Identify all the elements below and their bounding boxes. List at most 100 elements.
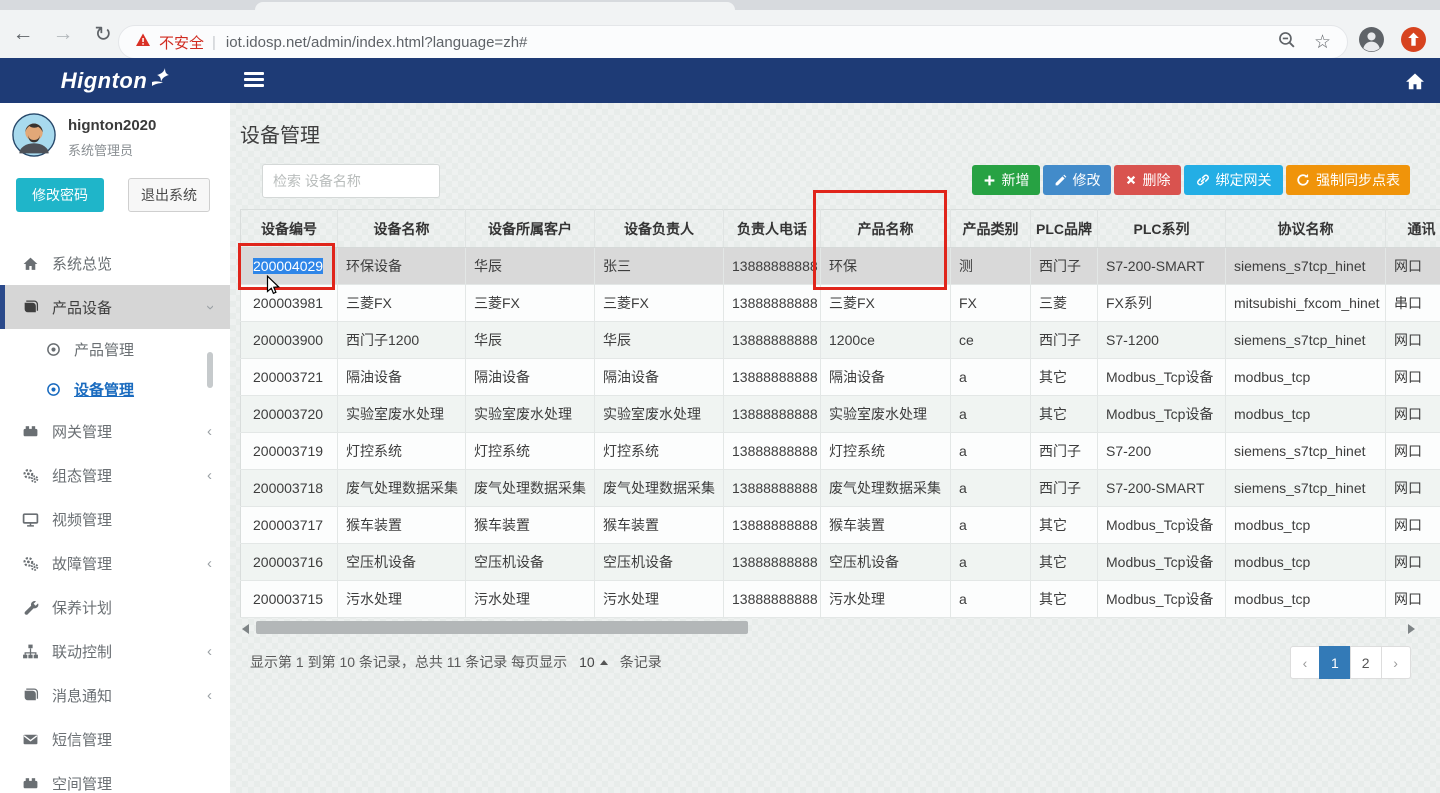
sidebar-item-linkage[interactable]: 联动控制 ‹ — [0, 629, 230, 673]
col-plc-series[interactable]: PLC系列 — [1098, 210, 1226, 248]
comm-cell: 串口 — [1386, 285, 1440, 322]
sync-points-button[interactable]: 强制同步点表 — [1286, 165, 1410, 195]
pagination-next[interactable]: › — [1381, 646, 1411, 679]
sidebar-item-product-device[interactable]: 产品设备 ‹ — [0, 285, 230, 329]
pagination-page-1[interactable]: 1 — [1319, 646, 1351, 679]
top-navbar: Hignton — [0, 58, 1440, 103]
sidebar-item-sms[interactable]: 短信管理 — [0, 717, 230, 761]
sidebar-item-label: 系统总览 — [52, 253, 112, 274]
col-product-type[interactable]: 产品类别 — [951, 210, 1031, 248]
search-input[interactable] — [262, 164, 440, 198]
sidebar-item-config[interactable]: 组态管理 ‹ — [0, 453, 230, 497]
star-icon[interactable]: ☆ — [1314, 31, 1331, 54]
device-id-cell: 200003719 — [253, 443, 323, 459]
sitemap-icon — [22, 643, 39, 660]
pagination-prev[interactable]: ‹ — [1290, 646, 1320, 679]
edit-button[interactable]: 修改 — [1043, 165, 1111, 195]
sidebar: hignton2020 系统管理员 修改密码 退出系统 系统总览 产品设备 ‹ … — [0, 103, 230, 793]
delete-button[interactable]: 删除 — [1114, 165, 1181, 195]
pagination: ‹ 1 2 › — [1290, 646, 1411, 679]
owner-cell: 灯控系统 — [595, 433, 724, 470]
protocol-cell: siemens_s7tcp_hinet — [1226, 248, 1386, 285]
phone-cell: 13888888888 — [724, 359, 821, 396]
device-name-cell: 污水处理 — [338, 581, 466, 618]
gears-icon — [22, 555, 39, 572]
col-protocol[interactable]: 协议名称 — [1226, 210, 1386, 248]
sidebar-item-maintenance[interactable]: 保养计划 — [0, 585, 230, 629]
device-name-cell: 灯控系统 — [338, 433, 466, 470]
home-icon[interactable] — [1404, 70, 1426, 92]
camera-icon — [22, 775, 39, 792]
table-row[interactable]: 200003718 废气处理数据采集 废气处理数据采集 废气处理数据采集 138… — [241, 470, 1440, 507]
table-row[interactable]: 200003981 三菱FX 三菱FX 三菱FX 13888888888 三菱F… — [241, 285, 1440, 322]
protocol-cell: siemens_s7tcp_hinet — [1226, 433, 1386, 470]
sidebar-scrollbar[interactable] — [207, 352, 213, 388]
browser-tabstrip — [0, 0, 1440, 10]
col-customer[interactable]: 设备所属客户 — [466, 210, 595, 248]
comm-cell: 网口 — [1386, 322, 1440, 359]
pagination-page-2[interactable]: 2 — [1350, 646, 1382, 679]
phone-cell: 13888888888 — [724, 470, 821, 507]
scroll-right-icon[interactable] — [1408, 624, 1415, 634]
col-device-id[interactable]: 设备编号 — [241, 210, 338, 248]
table-row[interactable]: 200003900 西门子1200 华辰 华辰 13888888888 1200… — [241, 322, 1440, 359]
address-bar[interactable]: 不安全 | iot.idosp.net/admin/index.html?lan… — [118, 25, 1348, 59]
sidebar-item-fault[interactable]: 故障管理 ‹ — [0, 541, 230, 585]
plc-brand-cell: 其它 — [1031, 507, 1098, 544]
col-product-name[interactable]: 产品名称 — [821, 210, 951, 248]
sidebar-item-device-mgmt[interactable]: 设备管理 — [0, 369, 230, 409]
comm-cell: 网口 — [1386, 507, 1440, 544]
table-row[interactable]: 200003715 污水处理 污水处理 污水处理 13888888888 污水处… — [241, 581, 1440, 618]
sidebar-item-overview[interactable]: 系统总览 — [0, 241, 230, 285]
profile-icon[interactable] — [1359, 27, 1384, 52]
phone-cell: 13888888888 — [724, 544, 821, 581]
deer-icon — [149, 67, 169, 94]
col-owner[interactable]: 设备负责人 — [595, 210, 724, 248]
hamburger-icon[interactable] — [244, 72, 264, 89]
browser-tab[interactable] — [255, 2, 735, 10]
plc-series-cell: S7-200 — [1098, 433, 1226, 470]
scrollbar-thumb[interactable] — [256, 621, 748, 634]
scroll-left-icon[interactable] — [242, 624, 249, 634]
logout-button[interactable]: 退出系统 — [128, 178, 210, 212]
table-row[interactable]: 200003717 猴车装置 猴车装置 猴车装置 13888888888 猴车装… — [241, 507, 1440, 544]
bind-gateway-button[interactable]: 绑定网关 — [1184, 165, 1283, 195]
book-icon — [22, 687, 39, 704]
update-icon[interactable] — [1401, 27, 1426, 52]
user-avatar[interactable] — [12, 113, 56, 157]
zoom-icon[interactable] — [1277, 30, 1296, 54]
security-label[interactable]: 不安全 — [159, 32, 204, 53]
product-name-cell: 环保 — [821, 248, 951, 285]
col-device-name[interactable]: 设备名称 — [338, 210, 466, 248]
sidebar-item-space[interactable]: 空间管理 — [0, 761, 230, 793]
url-text[interactable]: iot.idosp.net/admin/index.html?language=… — [226, 34, 527, 51]
forward-icon[interactable]: → — [46, 17, 80, 51]
change-password-button[interactable]: 修改密码 — [16, 178, 104, 212]
table-row[interactable]: 200003719 灯控系统 灯控系统 灯控系统 13888888888 灯控系… — [241, 433, 1440, 470]
page-size-dropdown[interactable]: 10 — [579, 654, 608, 670]
col-comm[interactable]: 通讯 — [1386, 210, 1440, 248]
sidebar-item-product-mgmt[interactable]: 产品管理 — [0, 329, 230, 369]
reload-icon[interactable]: ↻ — [86, 17, 120, 51]
table-header: 设备编号 设备名称 设备所属客户 设备负责人 负责人电话 产品名称 产品类别 P… — [241, 210, 1440, 248]
col-plc-brand[interactable]: PLC品牌 — [1031, 210, 1098, 248]
table-row[interactable]: 200003720 实验室废水处理 实验室废水处理 实验室废水处理 138888… — [241, 396, 1440, 433]
owner-cell: 三菱FX — [595, 285, 724, 322]
owner-cell: 实验室废水处理 — [595, 396, 724, 433]
back-icon[interactable]: ← — [6, 17, 40, 51]
device-id-cell: 200003981 — [253, 295, 323, 311]
main-content: 设备管理 新增 修改 删除 绑定网关 强制同步点表 — [230, 103, 1440, 793]
col-phone[interactable]: 负责人电话 — [724, 210, 821, 248]
device-name-cell: 西门子1200 — [338, 322, 466, 359]
table-row[interactable]: 200004029 环保设备 华辰 张三 13888888888 环保 测 西门… — [241, 248, 1440, 285]
sidebar-item-notification[interactable]: 消息通知 ‹ — [0, 673, 230, 717]
sidebar-item-gateway[interactable]: 网关管理 ‹ — [0, 409, 230, 453]
device-name-cell: 实验室废水处理 — [338, 396, 466, 433]
pencil-icon — [1054, 174, 1067, 187]
table-row[interactable]: 200003716 空压机设备 空压机设备 空压机设备 13888888888 … — [241, 544, 1440, 581]
plc-brand-cell: 其它 — [1031, 544, 1098, 581]
table-row[interactable]: 200003721 隔油设备 隔油设备 隔油设备 13888888888 隔油设… — [241, 359, 1440, 396]
add-button[interactable]: 新增 — [972, 165, 1040, 195]
sidebar-item-video[interactable]: 视频管理 — [0, 497, 230, 541]
chevron-left-icon: ‹ — [207, 467, 212, 484]
